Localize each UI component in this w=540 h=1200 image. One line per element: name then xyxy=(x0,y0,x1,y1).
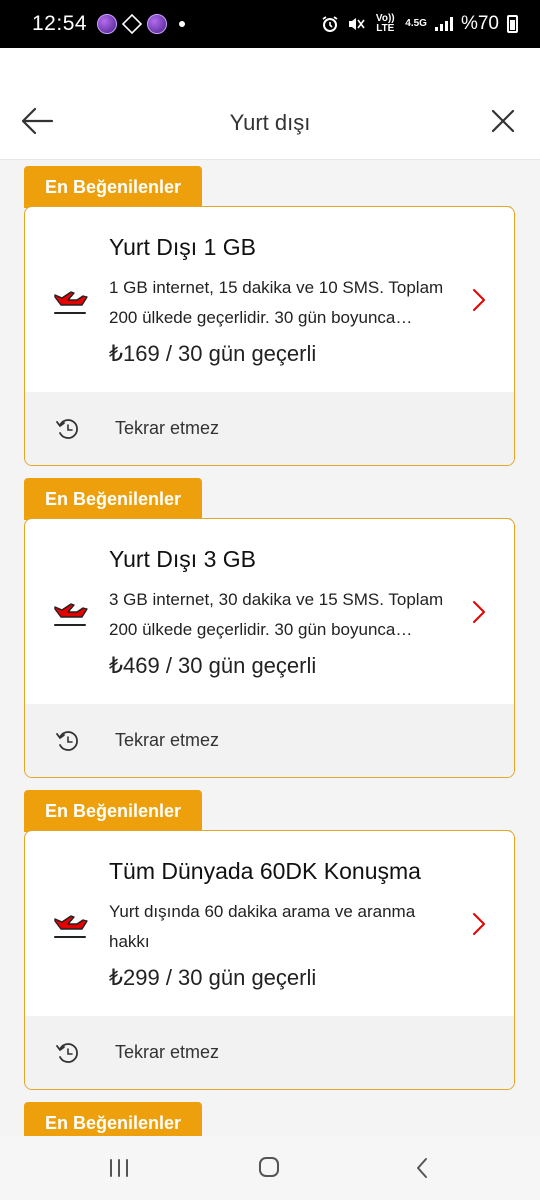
offer-card[interactable]: Yurt Dışı 3 GB 3 GB internet, 30 dakika … xyxy=(24,518,515,778)
app-notification-icon xyxy=(97,14,118,34)
offer-renewal-row: Tekrar etmez xyxy=(25,392,514,465)
popular-badge: En Beğenilenler xyxy=(24,166,203,208)
renewal-label: Tekrar etmez xyxy=(115,418,220,438)
offer-price: ₺469 / 30 gün geçerli xyxy=(109,653,317,678)
offer-list[interactable]: En Beğenilenler Yurt Dışı 1 GB 1 GB inte… xyxy=(0,160,540,1136)
app-header: Yurt dışı xyxy=(0,48,540,160)
status-time: 12:54 xyxy=(32,12,88,35)
offer-description: 3 GB internet, 30 dakika ve 15 SMS. Topl… xyxy=(109,590,444,639)
chevron-right-icon[interactable] xyxy=(470,599,488,625)
offer-card-body[interactable]: Yurt Dışı 3 GB 3 GB internet, 30 dakika … xyxy=(25,519,514,706)
chevron-right-icon[interactable] xyxy=(470,287,488,313)
network-type: 4.5G xyxy=(405,18,427,29)
offer-renewal-row: Tekrar etmez xyxy=(25,704,514,777)
offer-description: Yurt dışında 60 dakika arama ve aranma h… xyxy=(109,902,416,951)
mute-icon xyxy=(349,18,365,30)
volte-indicator: Vo)) LTE xyxy=(375,13,395,34)
offer-card-body[interactable]: Tüm Dünyada 60DK Konuşma Yurt dışında 60… xyxy=(25,831,514,1018)
home-icon[interactable] xyxy=(258,1156,280,1178)
offer-card-body[interactable]: Yurt Dışı 1 GB 1 GB internet, 15 dakika … xyxy=(25,207,514,394)
offer-card[interactable]: Tüm Dünyada 60DK Konuşma Yurt dışında 60… xyxy=(24,830,515,1090)
renewal-label: Tekrar etmez xyxy=(115,1042,220,1062)
plane-takeoff-icon xyxy=(54,915,88,938)
page-title: Yurt dışı xyxy=(229,110,311,135)
chevron-right-icon[interactable] xyxy=(470,911,488,937)
offer-title: Tüm Dünyada 60DK Konuşma xyxy=(109,858,421,884)
alarm-icon xyxy=(322,16,338,32)
offer-renewal-row: Tekrar etmez xyxy=(25,1016,514,1089)
plane-takeoff-icon xyxy=(54,603,88,626)
system-nav-bar xyxy=(0,1136,540,1200)
signal-strength-icon xyxy=(434,17,453,31)
repeat-icon xyxy=(56,1043,78,1063)
app-notification-icon xyxy=(147,14,168,34)
cube-notification-icon xyxy=(121,13,143,35)
popular-badge: En Beğenilenler xyxy=(24,790,203,832)
recent-apps-icon[interactable] xyxy=(108,1158,130,1178)
battery-percentage: %70 xyxy=(460,13,499,34)
offer-card[interactable]: Yurt Dışı 1 GB 1 GB internet, 15 dakika … xyxy=(24,206,515,466)
offer-title: Yurt Dışı 1 GB xyxy=(109,234,256,260)
plane-takeoff-icon xyxy=(54,291,88,314)
repeat-icon xyxy=(56,419,78,439)
status-right: Vo)) LTE 4.5G %70 xyxy=(321,13,518,35)
status-left: 12:54 xyxy=(32,12,186,36)
offer-description: 1 GB internet, 15 dakika ve 10 SMS. Topl… xyxy=(109,278,444,327)
offer-title: Yurt Dışı 3 GB xyxy=(109,546,256,572)
popular-badge: En Beğenilenler xyxy=(24,1102,203,1136)
status-bar: 12:54 Vo)) LTE 4.5G %70 xyxy=(0,0,540,48)
battery-icon xyxy=(507,15,518,33)
nav-back-icon[interactable] xyxy=(414,1156,430,1180)
offer-price: ₺299 / 30 gün geçerli xyxy=(109,965,317,990)
more-notifications-dot-icon xyxy=(179,21,186,27)
renewal-label: Tekrar etmez xyxy=(115,730,220,750)
close-icon[interactable] xyxy=(490,108,516,134)
repeat-icon xyxy=(56,731,78,751)
offer-price: ₺169 / 30 gün geçerli xyxy=(109,341,317,366)
popular-badge: En Beğenilenler xyxy=(24,478,203,520)
